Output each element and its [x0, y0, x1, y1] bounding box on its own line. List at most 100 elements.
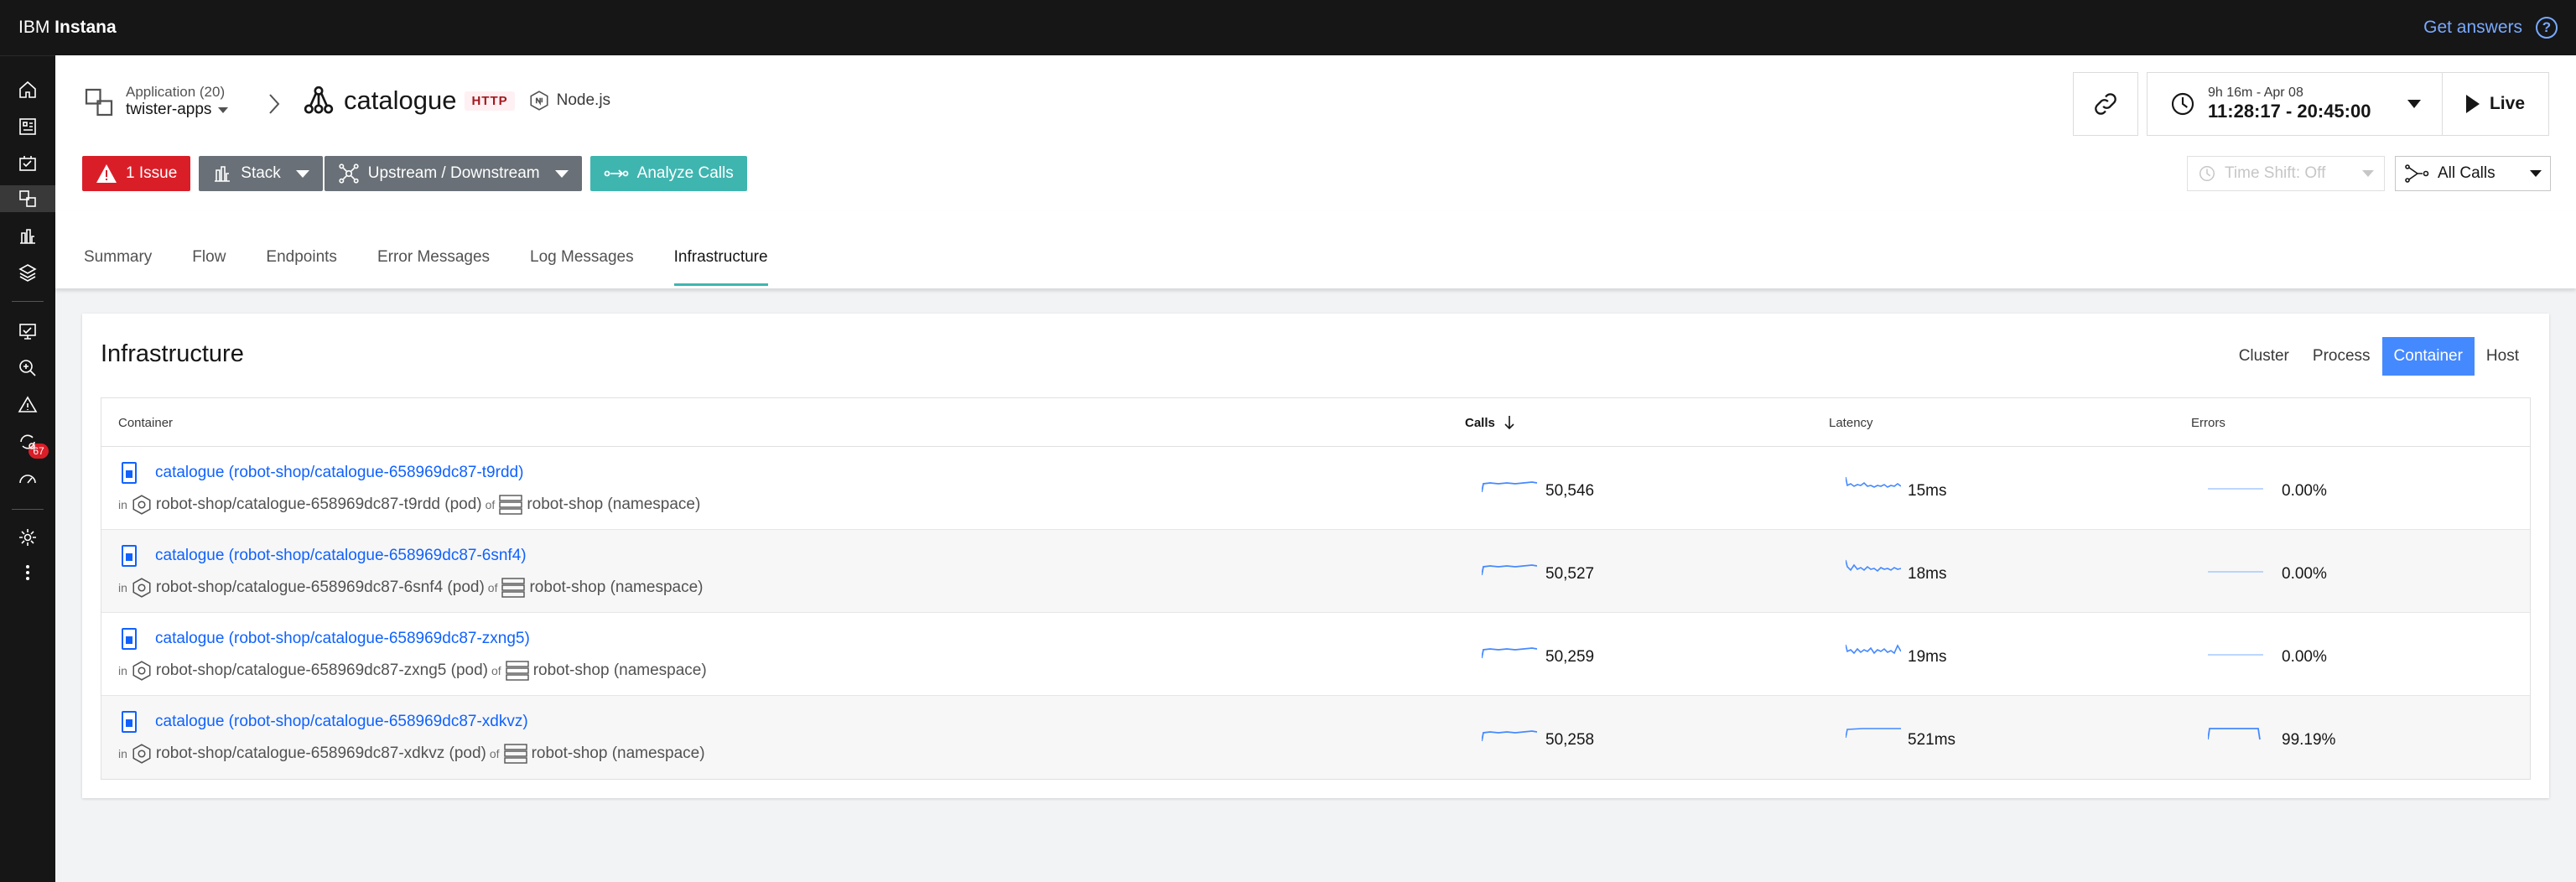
warning-icon — [96, 164, 117, 183]
service-toolbar: 1 Issue Stack Upstream / Downstream Anal… — [82, 156, 747, 191]
application-label: Application (20) — [126, 84, 226, 100]
get-answers-link[interactable]: Get answers — [2423, 18, 2522, 38]
container-icon — [122, 462, 137, 484]
view-container-button[interactable]: Container — [2381, 337, 2475, 376]
errors-sparkline — [2208, 571, 2263, 573]
applications-icon[interactable] — [0, 185, 55, 212]
left-nav: 67 — [0, 55, 55, 882]
view-process-button[interactable]: Process — [2301, 337, 2382, 376]
latency-sparkline — [1846, 644, 1901, 655]
errors-value: 0.00% — [2282, 565, 2327, 583]
application-icon — [85, 88, 113, 116]
infrastructure-card: Infrastructure Cluster Process Container… — [82, 314, 2549, 798]
brand-logo[interactable]: IBM Instana — [18, 18, 117, 38]
column-container[interactable]: Container — [118, 398, 173, 447]
copy-link-button[interactable] — [2073, 72, 2138, 136]
pod-name[interactable]: robot-shop/catalogue-658969dc87-zxng5 (p… — [156, 662, 488, 680]
events-icon[interactable] — [14, 392, 41, 418]
container-location: in robot-shop/catalogue-658969dc87-6snf4… — [118, 577, 703, 599]
container-link[interactable]: catalogue (robot-shop/catalogue-658969dc… — [155, 547, 527, 565]
stack-dropdown[interactable]: Stack — [199, 156, 323, 191]
view-switcher: Cluster Process Container Host — [2227, 337, 2531, 376]
time-range-picker[interactable]: 9h 16m - Apr 08 11:28:17 - 20:45:00 — [2147, 72, 2444, 136]
container-icon — [122, 545, 137, 567]
application-value: twister-apps — [126, 101, 212, 119]
container-location: in robot-shop/catalogue-658969dc87-t9rdd… — [118, 494, 700, 516]
container-link[interactable]: catalogue (robot-shop/catalogue-658969dc… — [155, 630, 530, 648]
pod-name[interactable]: robot-shop/catalogue-658969dc87-6snf4 (p… — [156, 578, 485, 597]
tab-error-messages[interactable]: Error Messages — [377, 243, 490, 286]
container-location: in robot-shop/catalogue-658969dc87-xdkvz… — [118, 743, 705, 765]
namespace-name[interactable]: robot-shop (namespace) — [529, 578, 703, 597]
time-shift-dropdown[interactable]: Time Shift: Off — [2187, 156, 2385, 191]
tab-summary[interactable]: Summary — [84, 243, 152, 286]
column-calls[interactable]: Calls — [1465, 398, 1515, 447]
application-selector[interactable]: Application (20) twister-apps — [84, 84, 229, 120]
issue-button[interactable]: 1 Issue — [82, 156, 191, 191]
container-location: in robot-shop/catalogue-658969dc87-zxng5… — [118, 660, 707, 682]
pod-icon — [132, 495, 151, 515]
namespace-icon — [506, 661, 529, 681]
column-latency[interactable]: Latency — [1829, 398, 1873, 447]
pod-name[interactable]: robot-shop/catalogue-658969dc87-xdkvz (p… — [156, 745, 486, 763]
more-icon[interactable] — [14, 559, 41, 586]
column-errors[interactable]: Errors — [2191, 398, 2225, 447]
latency-sparkline — [1846, 476, 1901, 488]
latency-value: 521ms — [1908, 731, 1956, 749]
live-button[interactable]: Live — [2442, 72, 2549, 136]
namespace-name[interactable]: robot-shop (namespace) — [532, 745, 705, 763]
settings-icon[interactable] — [14, 524, 41, 551]
nodejs-icon — [530, 91, 548, 111]
calls-sparkline — [1482, 564, 1537, 576]
help-icon[interactable]: ? — [2536, 17, 2558, 39]
latency-value: 15ms — [1908, 482, 1947, 500]
calls-sparkline — [1482, 730, 1537, 742]
analytics-icon[interactable] — [14, 355, 41, 381]
calls-value: 50,527 — [1545, 565, 1595, 583]
synthetic-monitoring-icon[interactable] — [14, 318, 41, 345]
namespace-icon — [501, 578, 526, 598]
all-calls-dropdown[interactable]: All Calls — [2395, 156, 2551, 191]
latency-sparkline — [1846, 728, 1901, 739]
tab-endpoints[interactable]: Endpoints — [266, 243, 337, 286]
card-title: Infrastructure — [101, 340, 244, 367]
pod-name[interactable]: robot-shop/catalogue-658969dc87-t9rdd (p… — [156, 495, 482, 514]
caret-down-icon — [2530, 170, 2542, 177]
service-icon — [304, 86, 334, 114]
stack-icon[interactable] — [14, 259, 41, 286]
analyze-arrows-icon — [604, 169, 629, 178]
tab-log-messages[interactable]: Log Messages — [530, 243, 634, 286]
top-bar: IBM Instana Get answers ? — [0, 0, 2576, 55]
infrastructure-icon[interactable] — [14, 222, 41, 249]
latency-sparkline — [1846, 559, 1901, 573]
table-row: catalogue (robot-shop/catalogue-658969dc… — [101, 696, 2530, 779]
view-host-button[interactable]: Host — [2475, 337, 2531, 376]
home-icon[interactable] — [14, 76, 41, 103]
table-header: Container Calls Latency Errors — [101, 398, 2530, 447]
automation-icon[interactable] — [14, 428, 41, 455]
view-cluster-button[interactable]: Cluster — [2227, 337, 2301, 376]
caret-down-icon — [295, 169, 309, 178]
chevron-right-icon — [269, 94, 280, 114]
tab-infrastructure[interactable]: Infrastructure — [673, 243, 768, 286]
protocol-tag: HTTP — [465, 91, 515, 111]
container-link[interactable]: catalogue (robot-shop/catalogue-658969dc… — [155, 464, 523, 482]
pod-icon — [132, 661, 151, 681]
platforms-icon[interactable] — [14, 150, 41, 177]
calls-value: 50,258 — [1545, 731, 1595, 749]
websites-icon[interactable] — [14, 113, 41, 140]
upstream-downstream-dropdown[interactable]: Upstream / Downstream — [324, 156, 582, 191]
errors-value: 0.00% — [2282, 648, 2327, 666]
caret-down-icon — [554, 169, 569, 178]
container-link[interactable]: catalogue (robot-shop/catalogue-658969dc… — [155, 713, 528, 731]
errors-sparkline — [2208, 488, 2263, 490]
tab-flow[interactable]: Flow — [192, 243, 226, 286]
sli-icon[interactable] — [14, 465, 41, 492]
namespace-name[interactable]: robot-shop (namespace) — [533, 662, 707, 680]
namespace-icon — [503, 744, 527, 764]
table-row: catalogue (robot-shop/catalogue-658969dc… — [101, 447, 2530, 530]
namespace-name[interactable]: robot-shop (namespace) — [527, 495, 700, 514]
calls-sparkline — [1482, 481, 1537, 493]
service-name: catalogue — [344, 86, 457, 115]
analyze-calls-button[interactable]: Analyze Calls — [589, 156, 747, 191]
